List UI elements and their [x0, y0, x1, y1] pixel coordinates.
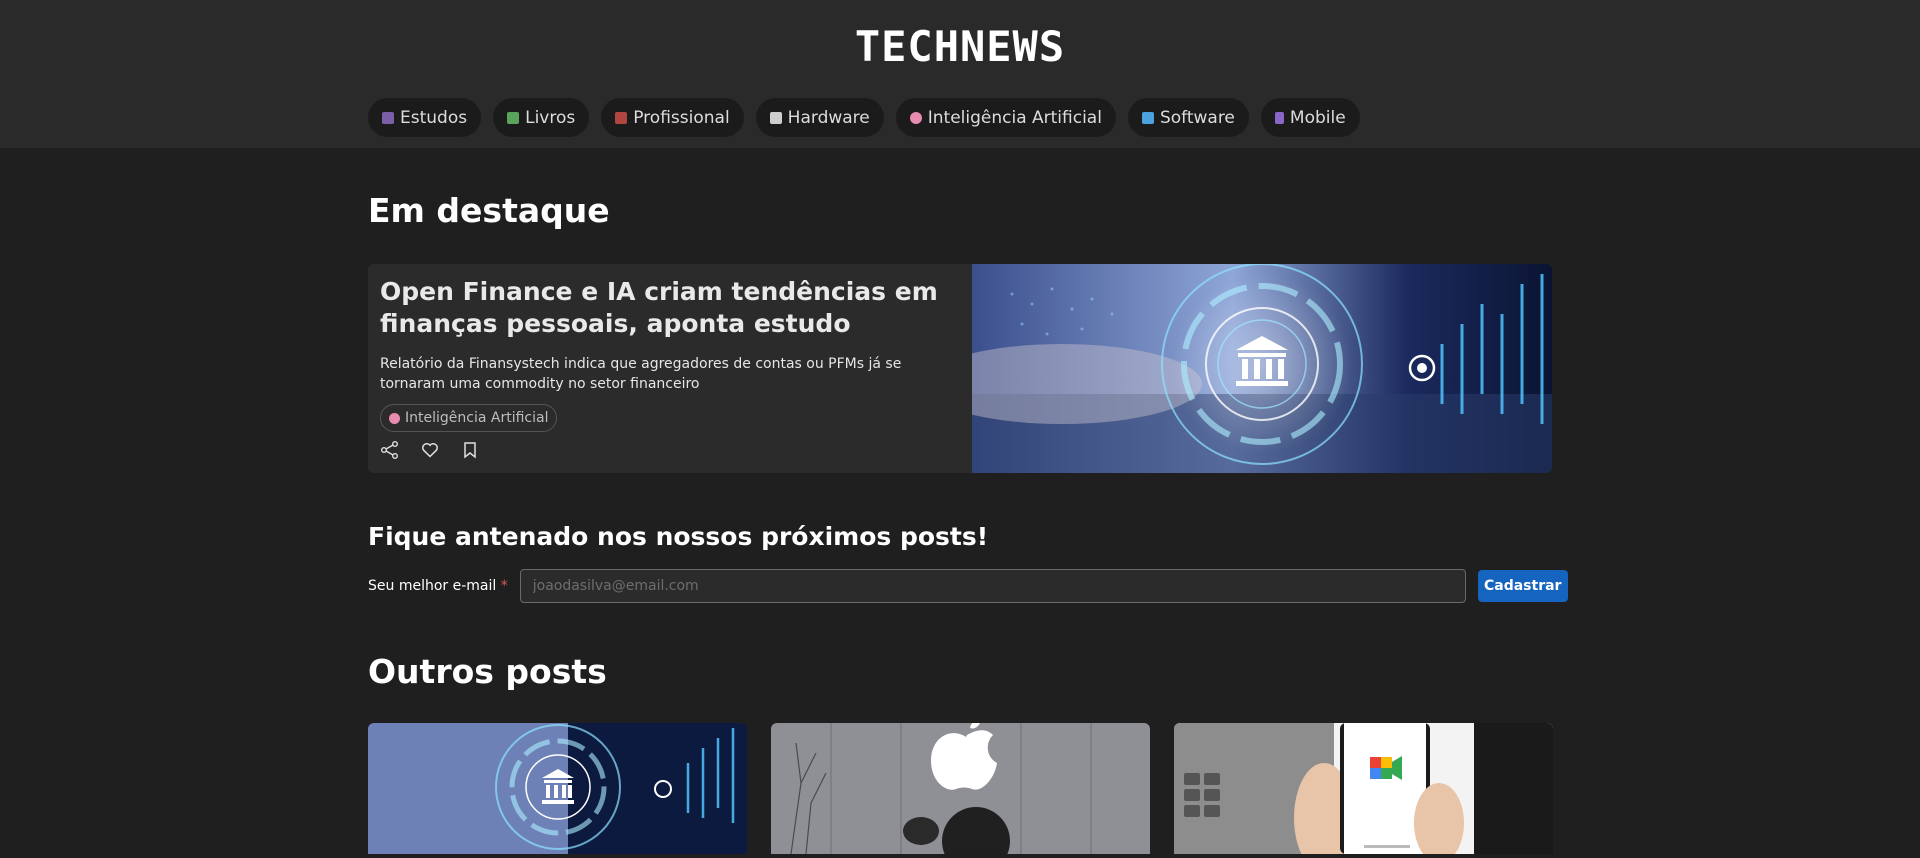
category-label: Profissional	[633, 107, 730, 128]
apple-store-image	[771, 723, 1150, 854]
category-livros[interactable]: Livros	[493, 98, 590, 137]
mobile-phone-icon	[1274, 111, 1284, 124]
category-label: Hardware	[787, 107, 870, 128]
site-header: TECHNEWS Estudos Livros Profissional Har…	[0, 0, 1920, 148]
featured-heading: Em destaque	[368, 191, 610, 230]
category-hardware[interactable]: Hardware	[755, 98, 884, 137]
keyboard-icon	[769, 111, 782, 124]
google-meet-phone-image	[1174, 723, 1553, 854]
other-posts-grid	[368, 723, 1553, 854]
category-inteligencia-artificial[interactable]: Inteligência Artificial	[895, 98, 1116, 137]
email-label: Seu melhor e-mail *	[368, 578, 508, 594]
email-field[interactable]	[519, 569, 1466, 603]
heart-icon[interactable]	[420, 440, 440, 460]
newsletter-heading: Fique antenado nos nossos próximos posts…	[368, 522, 989, 551]
laptop-icon	[1141, 111, 1154, 124]
bank-hologram-image	[972, 264, 1552, 473]
category-software[interactable]: Software	[1127, 98, 1249, 137]
featured-post[interactable]: Open Finance e IA criam tendências em fi…	[368, 264, 1552, 473]
post-card[interactable]	[771, 723, 1150, 854]
required-mark: *	[500, 578, 508, 594]
share-icon[interactable]	[380, 440, 400, 460]
category-label: Estudos	[400, 107, 468, 128]
tag-label: Inteligência Artificial	[405, 410, 549, 426]
category-label: Software	[1159, 107, 1235, 128]
post-actions	[380, 440, 960, 460]
featured-post-image[interactable]	[972, 264, 1552, 473]
featured-post-title[interactable]: Open Finance e IA criam tendências em fi…	[380, 276, 960, 340]
bank-hologram-image	[368, 723, 747, 854]
brain-icon	[909, 111, 922, 124]
brain-icon	[389, 412, 400, 424]
featured-post-description: Relatório da Finansystech indica que agr…	[380, 356, 902, 392]
category-estudos[interactable]: Estudos	[368, 98, 482, 137]
category-mobile[interactable]: Mobile	[1260, 98, 1360, 137]
newsletter-form: Seu melhor e-mail * Cadastrar	[368, 569, 1568, 603]
other-posts-heading: Outros posts	[368, 652, 607, 691]
featured-post-text: Open Finance e IA criam tendências em fi…	[380, 276, 960, 460]
site-logo[interactable]: TECHNEWS	[0, 22, 1920, 71]
category-label: Inteligência Artificial	[927, 107, 1102, 128]
category-profissional[interactable]: Profissional	[601, 98, 744, 137]
featured-post-tag[interactable]: Inteligência Artificial	[380, 404, 558, 432]
category-nav: Estudos Livros Profissional Hardware Int…	[368, 98, 1360, 137]
post-card[interactable]	[368, 723, 747, 854]
category-label: Livros	[525, 107, 576, 128]
post-card[interactable]	[1174, 723, 1553, 854]
books-icon	[507, 111, 520, 124]
briefcase-icon	[615, 111, 628, 124]
bookmark-icon[interactable]	[460, 440, 480, 460]
graduation-cap-icon	[382, 111, 394, 124]
email-label-text: Seu melhor e-mail	[368, 578, 497, 594]
subscribe-button[interactable]: Cadastrar	[1477, 570, 1568, 602]
category-label: Mobile	[1289, 107, 1346, 128]
